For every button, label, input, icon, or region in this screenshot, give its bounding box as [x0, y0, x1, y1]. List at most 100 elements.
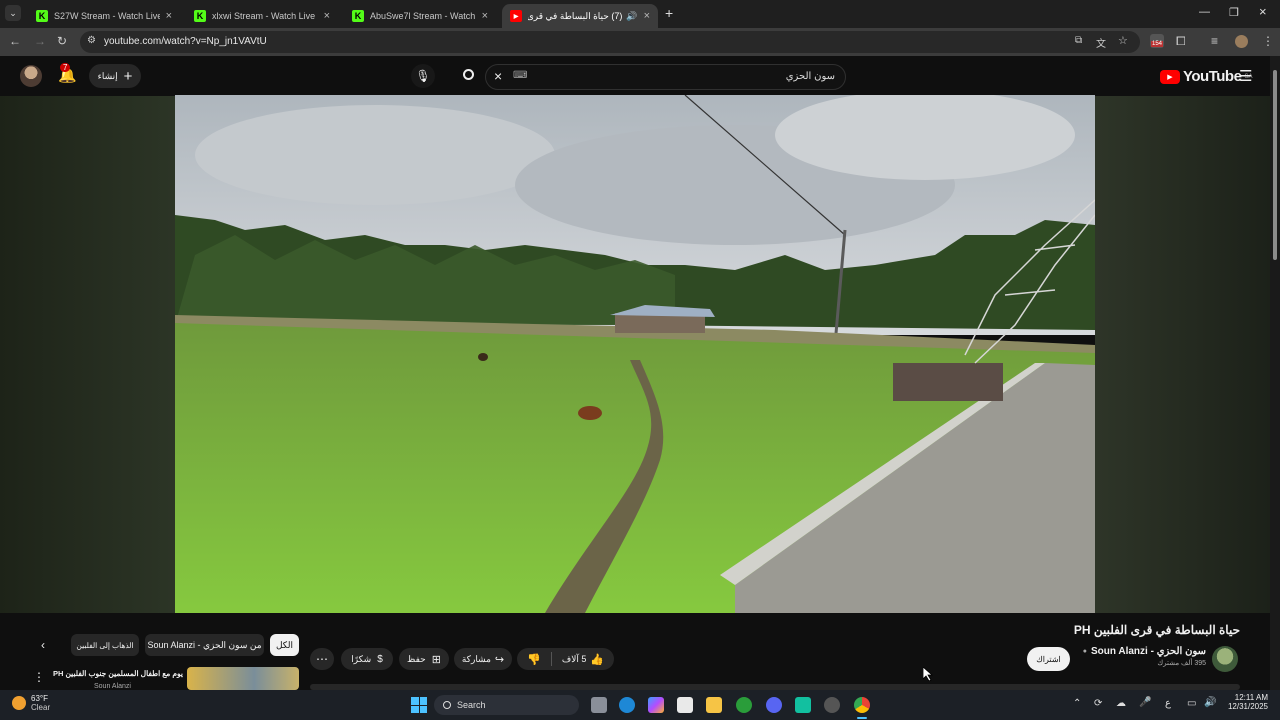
volume-icon[interactable]: 🔊 — [1204, 697, 1216, 708]
search-box[interactable]: × ⌨ سون الحزي — [485, 64, 846, 90]
recommended-title-text: يوم مع اطفال المسلمين جنوب الفلبين PH — [52, 669, 183, 678]
brick-pile — [893, 363, 1003, 401]
tray-chevron-icon[interactable]: ⌃ — [1073, 698, 1081, 709]
clear-search-icon[interactable]: × — [494, 68, 502, 84]
subscribe-button[interactable]: اشتراك — [1027, 647, 1070, 671]
search-input[interactable]: سون الحزي — [786, 71, 835, 82]
weather-widget[interactable]: 63°F Clear — [12, 694, 50, 712]
scrollbar-thumb[interactable] — [1273, 70, 1277, 260]
minimize-button[interactable]: — — [1199, 6, 1210, 18]
extension-icon[interactable]: 154 — [1150, 34, 1164, 48]
task-view-icon[interactable] — [591, 697, 607, 713]
video-frame — [175, 95, 1095, 613]
address-bar[interactable]: ⚙ youtube.com/watch?v=Np_jn1VAVtU ⧉ 文 ☆ — [80, 31, 1140, 53]
close-window-button[interactable]: × — [1259, 4, 1267, 19]
save-button[interactable]: حفظ ⊞ — [399, 648, 449, 670]
start-button[interactable] — [411, 697, 427, 713]
more-vertical-icon[interactable]: ⋮ — [33, 670, 45, 684]
bookmark-star-icon[interactable]: ☆ — [1118, 34, 1128, 47]
create-button[interactable]: إنشاء + — [89, 64, 141, 88]
keyboard-icon[interactable]: ⌨ — [513, 70, 527, 81]
forward-icon[interactable]: → — [34, 34, 46, 48]
avatar[interactable] — [20, 65, 42, 87]
site-info-icon[interactable]: ⚙ — [87, 35, 96, 46]
xbox-icon[interactable] — [736, 697, 752, 713]
channel-name[interactable]: سون الحزي - Soun Alanzi — [1091, 646, 1206, 657]
microphone-icon: 🎙 — [415, 69, 431, 83]
taskbar-search[interactable]: Search — [434, 695, 579, 715]
browser-tab-4[interactable]: ▶ (7) حياة البساطة في قرى الفلبين 🔊 × — [502, 4, 658, 28]
translate-icon[interactable]: 文 — [1096, 35, 1106, 50]
chrome-icon[interactable] — [854, 697, 870, 713]
sync-icon[interactable]: ⟳ — [1094, 698, 1102, 709]
cast-icon[interactable]: ⧉ — [1075, 35, 1082, 46]
guide-menu-icon[interactable]: ☰ — [1239, 67, 1252, 85]
close-tab-icon[interactable]: × — [482, 10, 488, 22]
like-count: 5 آلاف — [561, 653, 587, 664]
share-button[interactable]: مشاركة ↪ — [454, 648, 512, 670]
chip-from-channel[interactable]: من سون الحزي - Soun Alanzi — [145, 634, 264, 656]
notifications-button[interactable]: 🔔 7 — [58, 63, 78, 86]
store-icon[interactable] — [677, 697, 693, 713]
create-label: إنشاء — [97, 70, 118, 81]
copilot-icon[interactable] — [648, 697, 664, 713]
clock[interactable]: 12:11 AM 12/31/2025 — [1222, 693, 1268, 711]
recommended-thumbnail[interactable] — [187, 667, 299, 690]
browser-menu-icon[interactable]: ⋮ — [1262, 34, 1274, 48]
search-button[interactable] — [456, 64, 480, 88]
plus-icon: + — [123, 67, 133, 85]
close-tab-icon[interactable]: × — [166, 10, 172, 22]
back-icon[interactable]: ← — [9, 34, 21, 48]
subscriber-count: 395 ألف مشترك — [1157, 660, 1206, 667]
youtube-header: 🔔 7 إنشاء + 🎙 × ⌨ سون الحزي ▶ YouTube SA… — [0, 56, 1280, 96]
speaker-icon[interactable]: 🔊 — [626, 11, 637, 22]
new-tab-button[interactable]: + — [665, 5, 673, 21]
taskbar-search-placeholder: Search — [457, 700, 486, 710]
thumbs-up-icon: 👍 — [590, 653, 605, 666]
microphone-icon[interactable]: 🎤 — [1139, 697, 1151, 708]
input-language[interactable]: ع — [1165, 698, 1171, 709]
chip-goto-philippines[interactable]: الذهاب إلى الفلبين — [71, 634, 139, 656]
url-text[interactable]: youtube.com/watch?v=Np_jn1VAVtU — [104, 36, 267, 47]
recommended-title[interactable]: يوم مع اطفال المسلمين جنوب الفلبين PH — [48, 669, 183, 678]
video-title: حياة البساطة في قرى الفلبين PH — [1074, 623, 1240, 637]
video-title-text: حياة البساطة في قرى الفلبين PH — [1073, 623, 1240, 637]
chip-label: من سون الحزي - Soun Alanzi — [147, 639, 262, 650]
page-scrollbar[interactable] — [1270, 56, 1280, 690]
extensions-puzzle-icon[interactable]: ⧠ — [1176, 34, 1186, 49]
browser-tab-1[interactable]: K S27W Stream - Watch Live on K × — [28, 4, 180, 28]
dislike-button[interactable]: 👎 — [517, 653, 551, 666]
chip-all[interactable]: الكل — [270, 634, 299, 656]
browser-tab-3[interactable]: K AbuSwe7l Stream - Watch Live o × — [344, 4, 496, 28]
network-icon[interactable]: ▭ — [1187, 698, 1196, 709]
settings-gear-icon[interactable] — [824, 697, 840, 713]
weather-condition: Clear — [31, 703, 51, 712]
more-actions-button[interactable]: ⋯ — [310, 648, 334, 670]
tab-title: (7) حياة البساطة في قرى الفلبين — [528, 10, 623, 21]
tab-list-dropdown[interactable]: ⌄ — [5, 5, 21, 21]
profile-avatar[interactable] — [1235, 35, 1248, 48]
chips-prev-icon[interactable]: ‹ — [41, 638, 45, 652]
like-button[interactable]: 5 آلاف 👍 — [552, 653, 614, 666]
voice-search-button[interactable]: 🎙 — [411, 64, 435, 88]
mouse-cursor — [923, 667, 933, 681]
maximize-button[interactable]: ❐ — [1229, 6, 1239, 19]
close-tab-icon[interactable]: × — [644, 10, 650, 22]
close-tab-icon[interactable]: × — [324, 10, 330, 22]
edge-icon[interactable] — [619, 697, 635, 713]
discord-icon[interactable] — [766, 697, 782, 713]
logo-text: YouTube — [1183, 68, 1242, 85]
video-player[interactable] — [175, 95, 1095, 613]
app-icon[interactable] — [795, 697, 811, 713]
onedrive-icon[interactable]: ☁ — [1116, 698, 1126, 709]
media-control-icon[interactable]: ≡ — [1211, 34, 1218, 48]
channel-info: سون الحزي - Soun Alanzi ● 395 ألف مشترك — [1083, 646, 1206, 667]
clock-time: 12:11 AM — [1234, 693, 1268, 702]
file-explorer-icon[interactable] — [706, 697, 722, 713]
subscribe-label: اشتراك — [1036, 654, 1061, 664]
reload-icon[interactable]: ↻ — [57, 34, 67, 48]
chip-label: الكل — [275, 639, 294, 650]
channel-avatar[interactable] — [1212, 646, 1238, 672]
browser-tab-2[interactable]: K xlxwi Stream - Watch Live on K × — [186, 4, 338, 28]
thanks-button[interactable]: شكرًا $ — [341, 648, 393, 670]
